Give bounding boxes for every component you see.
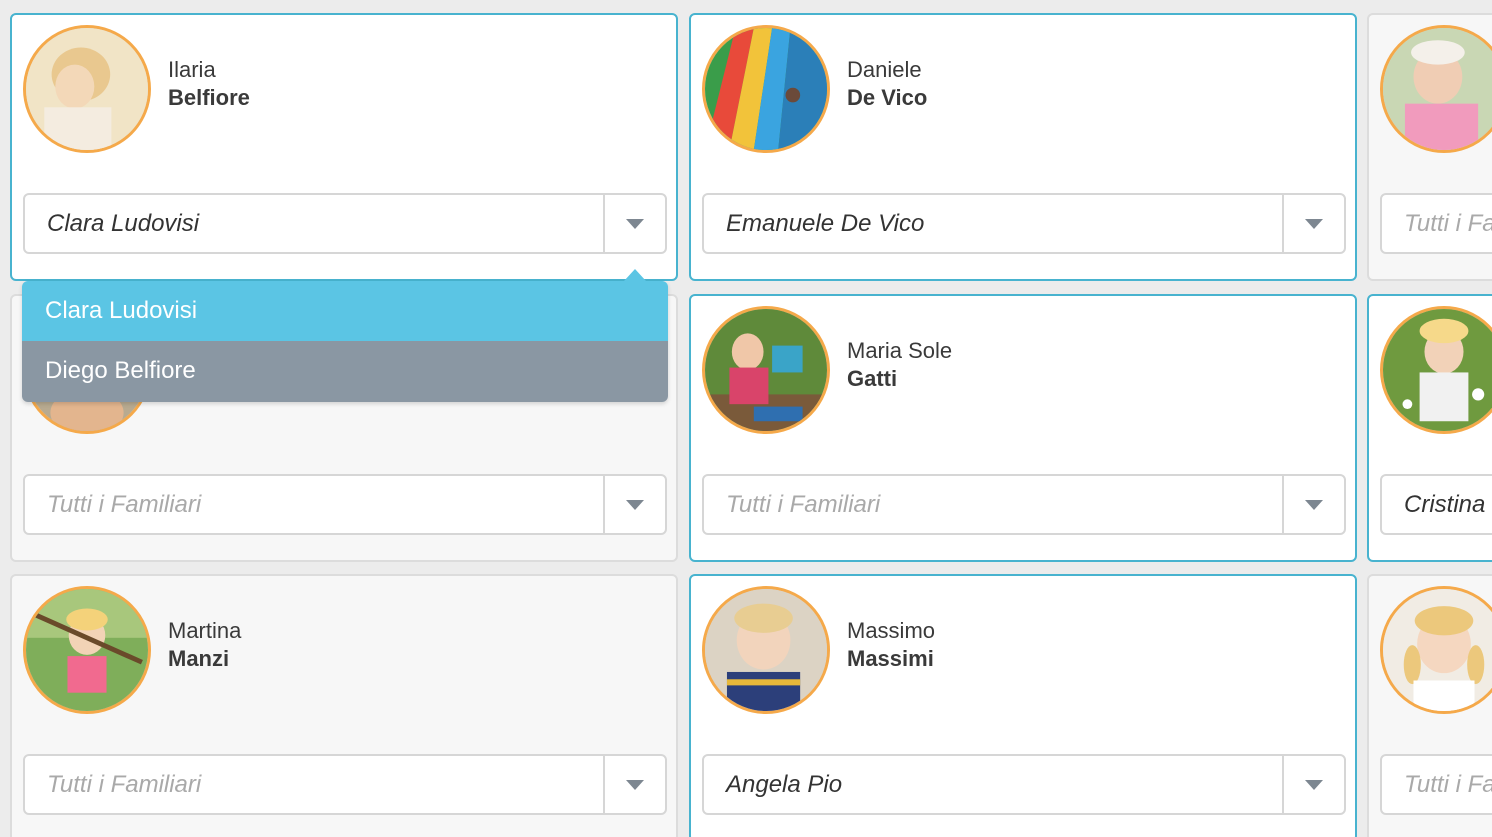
relative-select-value: Tutti i Familiari [1404,210,1492,237]
child-card: Cristina [1367,294,1492,562]
relative-select-value: Tutti i Familiari [47,491,202,518]
child-first-name: Ilaria [168,57,216,82]
child-card: Massimo Massimi Angela Pio [689,574,1357,837]
chevron-down-icon[interactable] [1282,195,1344,252]
child-first-name: Daniele [847,57,922,82]
relative-select-value: Cristina [1404,491,1486,518]
child-avatar [702,306,830,434]
child-last-name: Gatti [847,366,898,391]
relative-select-value: Angela Pio [726,771,843,798]
child-card: Maria Sole Gatti Tutti i Familiari [689,294,1357,562]
child-first-name: Massimo [847,618,936,643]
dropdown-caret-icon [624,269,646,281]
relative-select[interactable]: Tutti i Familiari [23,754,667,815]
child-last-name: Belfiore [168,85,250,110]
relative-select[interactable]: Tutti i Familiari [702,474,1346,535]
child-last-name: Massimi [847,646,934,671]
child-avatar [702,25,830,153]
child-avatar [23,586,151,714]
child-avatar [1380,306,1492,434]
chevron-down-icon[interactable] [603,756,665,813]
child-card: Tutti i Familiari [1367,574,1492,837]
chevron-down-icon[interactable] [603,476,665,533]
child-avatar [23,25,151,153]
relative-dropdown-menu: Clara Ludovisi Diego Belfiore [22,269,668,402]
relative-select-value: Tutti i Familiari [47,771,202,798]
relative-select[interactable]: Clara Ludovisi [23,193,667,254]
chevron-down-icon[interactable] [1282,476,1344,533]
chevron-down-icon[interactable] [603,195,665,252]
relative-select-value: Clara Ludovisi [47,210,200,237]
child-first-name: Maria Sole [847,338,953,363]
relative-select[interactable]: Tutti i Familiari [1380,193,1492,254]
relative-select-value: Tutti i Familiari [1404,771,1492,798]
relative-select-value: Emanuele De Vico [726,210,925,237]
chevron-down-icon[interactable] [1282,756,1344,813]
child-last-name: Manzi [168,646,230,671]
family-selector-grid: Ilaria Belfiore Clara Ludovisi Daniele D… [0,0,1492,837]
child-card: Martina Manzi Tutti i Familiari [10,574,678,837]
dropdown-option[interactable]: Clara Ludovisi [22,281,668,341]
relative-select[interactable]: Angela Pio [702,754,1346,815]
relative-select[interactable]: Tutti i Familiari [1380,754,1492,815]
relative-select[interactable]: Tutti i Familiari [23,474,667,535]
relative-select-value: Tutti i Familiari [726,491,881,518]
child-card: Daniele De Vico Emanuele De Vico [689,13,1357,281]
child-first-name: Martina [168,618,242,643]
relative-select[interactable]: Emanuele De Vico [702,193,1346,254]
child-card: Ilaria Belfiore Clara Ludovisi [10,13,678,281]
child-avatar [702,586,830,714]
child-last-name: De Vico [847,85,928,110]
child-avatar [1380,586,1492,714]
child-avatar [1380,25,1492,153]
relative-select[interactable]: Cristina [1380,474,1492,535]
child-card: Tutti i Familiari [1367,13,1492,281]
dropdown-option[interactable]: Diego Belfiore [22,341,668,402]
